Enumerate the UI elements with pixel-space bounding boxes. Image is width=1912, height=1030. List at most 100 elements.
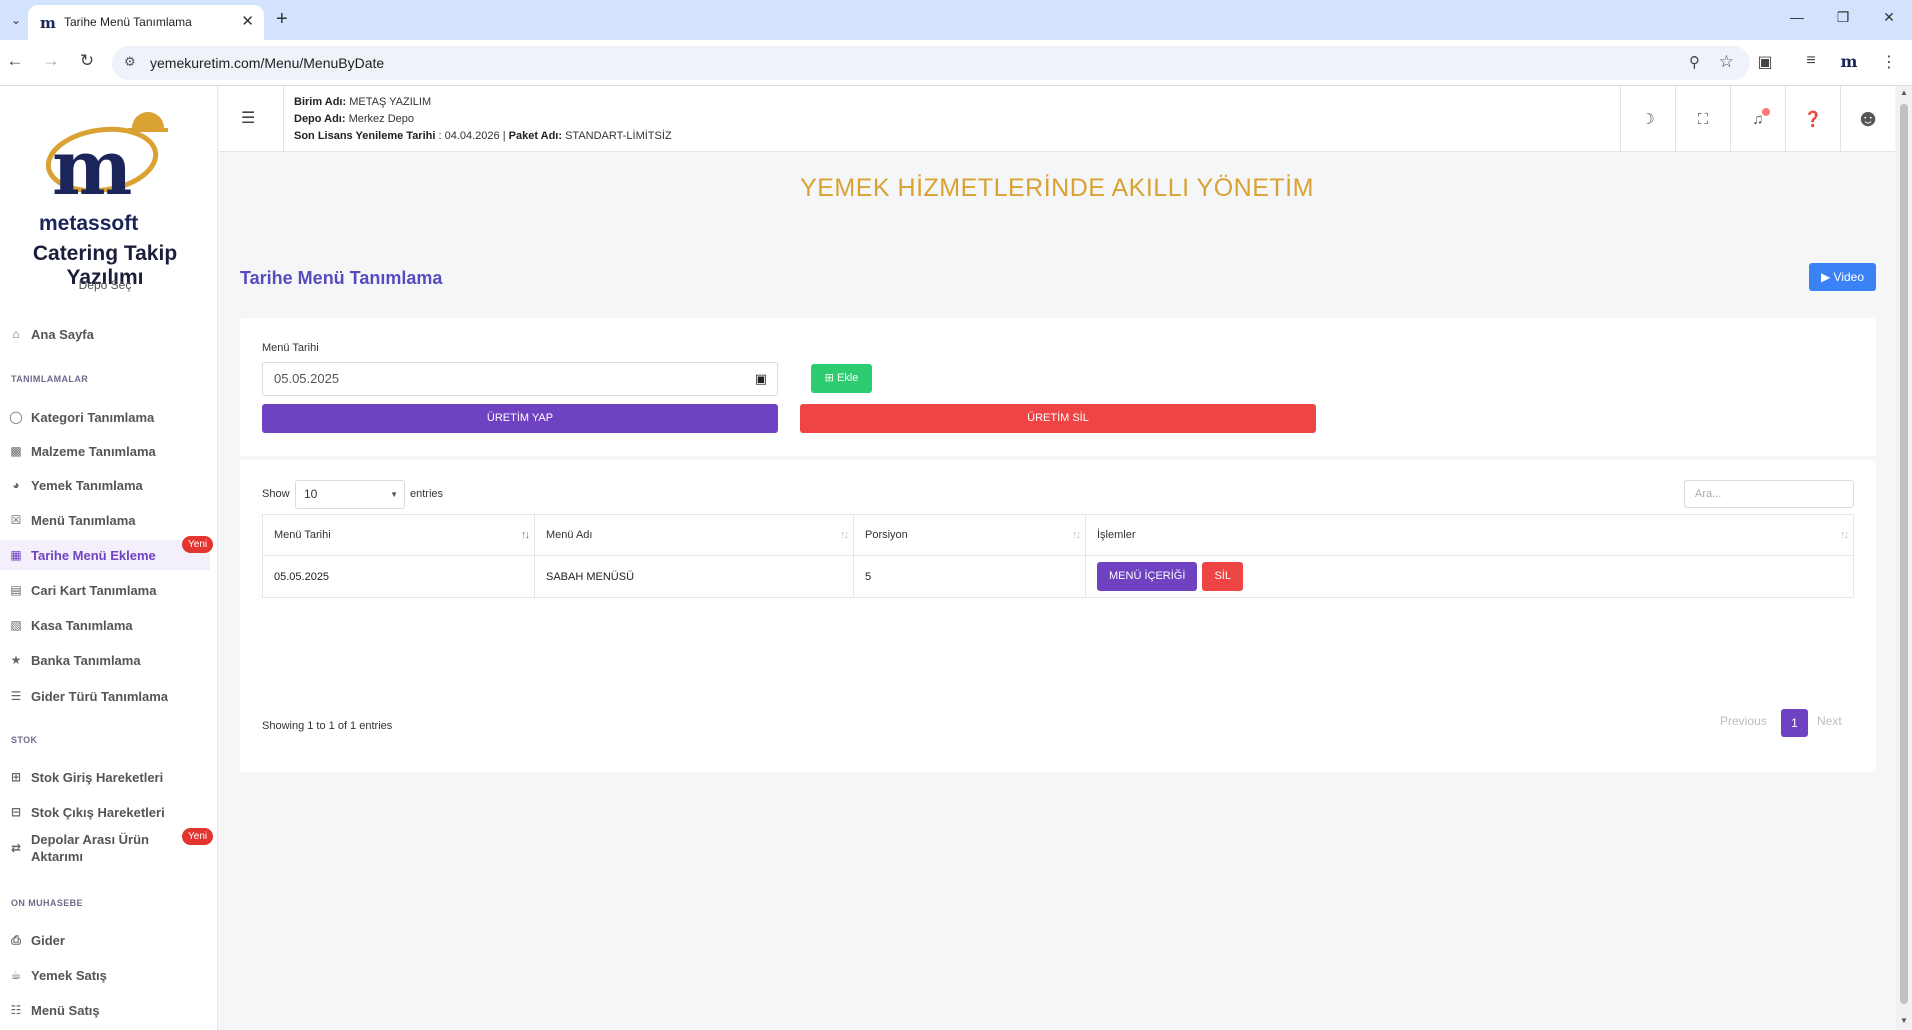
browser-tabstrip: ⌄ m Tarihe Menü Tanımlama ✕ + — ❐ ✕ bbox=[0, 0, 1912, 40]
table-search-input[interactable]: Ara... bbox=[1684, 480, 1854, 508]
zoom-icon[interactable]: ⚲ bbox=[1689, 53, 1700, 71]
sidebar-item-kategori[interactable]: ◯ Kategori Tanımlama bbox=[0, 402, 210, 432]
menu-date-form-card: Menü Tarihi 05.05.2025 ▣ ⊞ Ekle ÜRETİM Y… bbox=[240, 318, 1876, 456]
sidebar-item-label: Yemek Tanımlama bbox=[31, 477, 143, 493]
sort-icon: ↑↓ bbox=[521, 529, 530, 541]
reading-list-icon[interactable]: ≡ bbox=[1800, 52, 1822, 70]
cash-register-icon: ▧ bbox=[10, 618, 22, 632]
sidebar-item-label: Kategori Tanımlama bbox=[31, 409, 155, 425]
forward-icon[interactable]: → bbox=[40, 51, 62, 71]
sidebar: m metassoft Catering Takip Yazılımı Depo… bbox=[0, 86, 218, 1030]
sidebar-item-yemek[interactable]: ◕ Yemek Tanımlama bbox=[0, 470, 210, 500]
menu-icerigi-button[interactable]: MENÜ İÇERİĞİ bbox=[1097, 562, 1198, 591]
sidebar-item-menu[interactable]: ☒ Menü Tanımlama bbox=[0, 505, 210, 535]
sidebar-item-yemek-satis[interactable]: ☕ Yemek Satış bbox=[0, 960, 210, 990]
reload-icon[interactable]: ↻ bbox=[76, 51, 98, 71]
tag-icon: ◯ bbox=[9, 410, 23, 424]
sidebar-item-label: Ana Sayfa bbox=[31, 326, 94, 342]
new-tab-icon[interactable]: + bbox=[276, 8, 288, 31]
dark-mode-icon[interactable]: ☽ bbox=[1620, 86, 1675, 152]
scroll-up-icon[interactable]: ▲ bbox=[1900, 88, 1908, 97]
menu-date-input[interactable]: 05.05.2025 ▣ bbox=[262, 362, 778, 396]
sidebar-item-label: Menü Satış bbox=[31, 1002, 100, 1018]
sidebar-item-gider-turu[interactable]: ☰ Gider Türü Tanımlama bbox=[0, 681, 210, 711]
video-button[interactable]: ▶ Video bbox=[1809, 263, 1876, 291]
menu-table: Menü Tarihi ↑↓ Menü Adı ↑↓ Porsiyon ↑↓ İşle… bbox=[262, 514, 1854, 598]
notification-dot bbox=[1762, 108, 1770, 116]
table-header-row: Menü Tarihi ↑↓ Menü Adı ↑↓ Porsiyon ↑↓ İşle… bbox=[262, 514, 1854, 556]
sidebar-item-depolar-arasi[interactable]: ⇄ Depolar Arası Ürün Aktarımı bbox=[0, 827, 210, 869]
sidebar-item-menu-satis[interactable]: ☷ Menü Satış bbox=[0, 995, 210, 1025]
food-bowl-icon: ◕ bbox=[12, 478, 20, 492]
user-avatar-icon[interactable]: ☻ bbox=[1840, 86, 1895, 152]
hamburger-menu-icon[interactable]: ☰ bbox=[241, 108, 255, 128]
sort-icon: ↑↓ bbox=[840, 529, 849, 541]
pagination-previous[interactable]: Previous bbox=[1720, 714, 1767, 728]
close-window-icon[interactable]: ✕ bbox=[1874, 9, 1904, 26]
section-title-stok: STOK bbox=[11, 735, 38, 745]
ekle-button[interactable]: ⊞ Ekle bbox=[811, 364, 872, 393]
column-header-tarih[interactable]: Menü Tarihi ↑↓ bbox=[262, 514, 535, 556]
sidebar-item-stok-giris[interactable]: ⊞ Stok Giriş Hareketleri bbox=[0, 762, 210, 792]
column-header-porsiyon[interactable]: Porsiyon ↑↓ bbox=[853, 514, 1086, 556]
section-title-tanimlamalar: TANIMLAMALAR bbox=[11, 374, 89, 384]
sidebar-item-malzeme[interactable]: ▩ Malzeme Tanımlama bbox=[0, 436, 210, 466]
page-viewport: m metassoft Catering Takip Yazılımı Depo… bbox=[0, 86, 1912, 1030]
profile-extension-icon[interactable]: m bbox=[1838, 52, 1860, 71]
scroll-down-icon[interactable]: ▼ bbox=[1900, 1016, 1908, 1025]
depo-select-link[interactable]: Depo Seç bbox=[0, 278, 210, 292]
minimize-icon[interactable]: — bbox=[1782, 9, 1812, 25]
menu-table-card: Show 10 ▼ entries Ara... Menü Tarihi ↑↓ M… bbox=[240, 460, 1876, 772]
page-length-select[interactable]: 10 ▼ bbox=[295, 480, 405, 509]
row-delete-button[interactable]: SİL bbox=[1202, 562, 1243, 591]
column-header-ad[interactable]: Menü Adı ↑↓ bbox=[534, 514, 854, 556]
sidebar-item-tarihe-menu[interactable]: ▦ Tarihe Menü Ekleme bbox=[0, 540, 210, 570]
new-badge: Yeni bbox=[182, 536, 214, 553]
close-tab-icon[interactable]: ✕ bbox=[241, 12, 254, 30]
url-text[interactable]: yemekuretim.com/Menu/MenuByDate bbox=[150, 55, 384, 71]
birim-info: Birim Adı: METAŞ YAZILIM bbox=[294, 96, 432, 108]
address-bar[interactable]: ⚙ yemekuretim.com/Menu/MenuByDate ⚲ ☆ bbox=[112, 46, 1750, 80]
sidebar-item-home[interactable]: ⌂ Ana Sayfa bbox=[0, 319, 210, 349]
section-title-on-muhasebe: ON MUHASEBE bbox=[11, 898, 83, 908]
stock-out-icon: ⊟ bbox=[10, 805, 22, 819]
slogan: YEMEK HİZMETLERİNDE AKILLI YÖNETİM bbox=[800, 174, 1314, 202]
header-info: Birim Adı: METAŞ YAZILIM Depo Adı: Merke… bbox=[283, 86, 672, 152]
pagination-next[interactable]: Next bbox=[1817, 714, 1842, 728]
svg-text:m: m bbox=[52, 123, 132, 212]
sidebar-item-label: Malzeme Tanımlama bbox=[31, 443, 156, 459]
tab-title: Tarihe Menü Tanımlama bbox=[64, 15, 192, 29]
uretim-sil-button[interactable]: ÜRETİM SİL bbox=[800, 404, 1316, 433]
column-header-islemler[interactable]: İşlemler ↑↓ bbox=[1085, 514, 1854, 556]
browser-tab-active[interactable]: m Tarihe Menü Tanımlama ✕ bbox=[28, 5, 264, 40]
sidebar-item-label: Stok Giriş Hareketleri bbox=[31, 769, 164, 785]
home-icon: ⌂ bbox=[12, 327, 20, 341]
sidebar-item-label: Depolar Arası Ürün Aktarımı bbox=[31, 832, 149, 864]
caret-down-icon: ▼ bbox=[390, 490, 398, 499]
fullscreen-icon[interactable]: ⛶ bbox=[1675, 86, 1730, 152]
browser-menu-icon[interactable]: ⋮ bbox=[1878, 52, 1900, 72]
sidebar-item-cari-kart[interactable]: ▤ Cari Kart Tanımlama bbox=[0, 575, 210, 605]
bookmark-star-icon[interactable]: ☆ bbox=[1719, 52, 1734, 72]
sidebar-item-kasa[interactable]: ▧ Kasa Tanımlama bbox=[0, 610, 210, 640]
sidebar-item-label: Yemek Satış bbox=[31, 967, 107, 983]
entries-label: entries bbox=[410, 488, 444, 500]
stock-in-icon: ⊞ bbox=[10, 770, 22, 784]
sidebar-item-gider[interactable]: ⎙ Gider bbox=[0, 925, 210, 955]
calendar-icon[interactable]: ▣ bbox=[755, 363, 767, 395]
tab-list-icon[interactable]: ⌄ bbox=[6, 10, 26, 30]
page-scrollbar[interactable]: ▲ ▼ bbox=[1896, 86, 1912, 1030]
sidebar-item-banka[interactable]: ★ Banka Tanımlama bbox=[0, 645, 210, 675]
extensions-icon[interactable]: ▣ bbox=[1754, 52, 1776, 72]
site-info-icon[interactable]: ⚙ bbox=[124, 54, 136, 70]
food-sale-icon: ☕ bbox=[10, 968, 22, 982]
restore-icon[interactable]: ❐ bbox=[1828, 9, 1858, 26]
back-icon[interactable]: ← bbox=[4, 51, 26, 71]
pagination-page-1[interactable]: 1 bbox=[1781, 709, 1808, 737]
help-icon[interactable]: ❓ bbox=[1785, 86, 1840, 152]
browser-toolbar: ← → ↻ ⚙ yemekuretim.com/Menu/MenuByDate … bbox=[0, 40, 1912, 86]
scroll-thumb[interactable] bbox=[1900, 104, 1908, 1004]
notification-bell-icon[interactable]: ♫ bbox=[1730, 86, 1785, 152]
uretim-yap-button[interactable]: ÜRETİM YAP bbox=[262, 404, 778, 433]
sidebar-item-stok-cikis[interactable]: ⊟ Stok Çıkış Hareketleri bbox=[0, 797, 210, 827]
